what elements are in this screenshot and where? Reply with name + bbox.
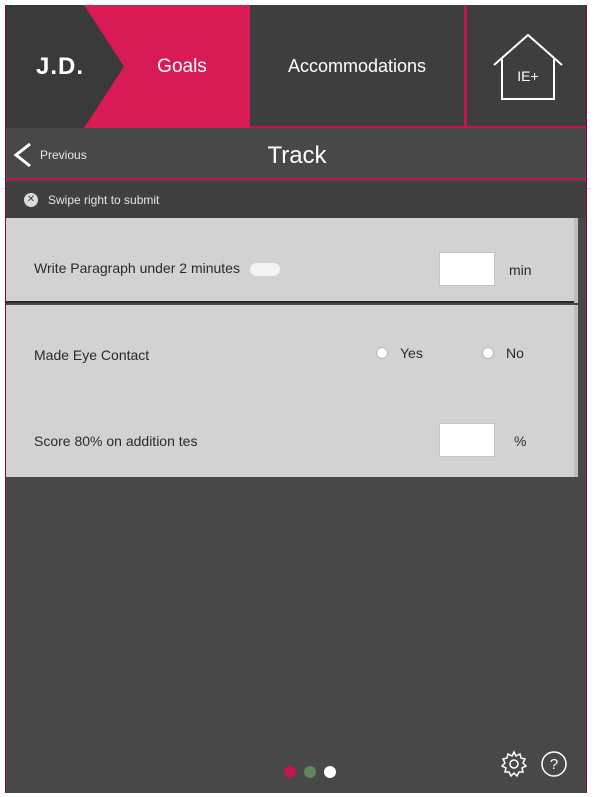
gear-icon[interactable] [500,750,528,778]
unit-label: min [509,262,532,278]
unit-label: % [514,433,527,449]
footer-toolbar: ? [500,750,568,778]
top-navigation: J.D. Goals Accommodations IE+ [6,5,586,128]
radio-no[interactable]: No [482,345,524,361]
goal-panel: Write Paragraph under 2 minutes min [6,218,574,303]
goal-label: Score 80% on addition tes [34,433,198,449]
goal-label-text: Write Paragraph under 2 minutes [34,260,240,276]
page-dot[interactable] [304,766,316,778]
goal-panel: Made Eye Contact Yes No Score 80% on add… [6,305,574,477]
percent-input[interactable] [439,423,495,457]
hint-text: Swipe right to submit [48,193,160,207]
page-title: Track [267,142,327,169]
home-icon: IE+ [492,33,563,100]
goal-label: Write Paragraph under 2 minutes [34,260,280,276]
hint-bar: ✕ Swipe right to submit [6,182,586,218]
page-dot-active[interactable] [324,766,336,778]
swipe-icon: ✕ [24,193,38,207]
note-bubble-icon[interactable] [249,262,280,276]
minutes-input[interactable] [439,252,495,286]
home-label: IE+ [517,68,538,84]
page-dot[interactable] [284,766,296,778]
svg-text:?: ? [550,756,558,773]
radio-label: Yes [400,345,423,361]
tab-accommodations[interactable]: Accommodations [250,5,464,128]
help-icon[interactable]: ? [540,750,568,778]
radio-yes[interactable]: Yes [376,345,423,361]
radio-label: No [506,345,524,361]
app-screen: J.D. Goals Accommodations IE+ Previous T… [5,5,587,793]
title-bar: Previous Track [6,130,586,180]
radio-circle[interactable] [376,347,388,359]
goal-label: Made Eye Contact [34,347,150,363]
radio-circle[interactable] [482,347,494,359]
home-button[interactable]: IE+ [467,5,586,128]
page-indicator [284,766,336,778]
